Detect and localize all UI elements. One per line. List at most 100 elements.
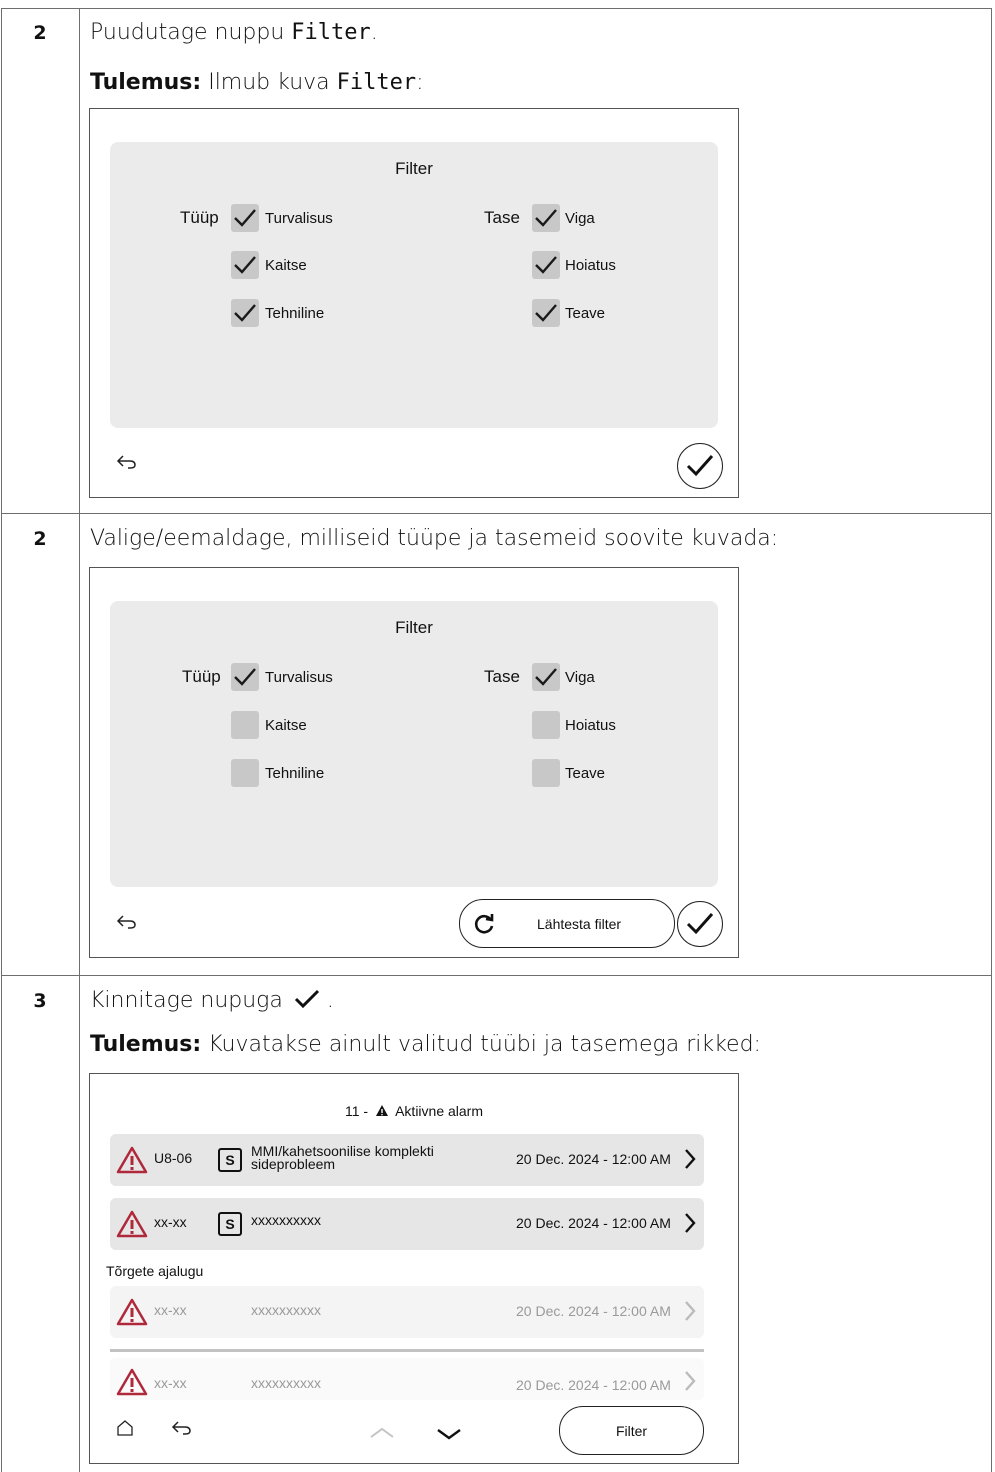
checkbox-viga[interactable] <box>532 204 560 232</box>
alarm-code: xx-xx <box>154 1302 187 1318</box>
chevron-down-icon <box>437 1429 461 1440</box>
chevron-up-icon <box>370 1427 394 1438</box>
filter-screen-edited: Filter Tüüp Turvalisus Kaitse Tehniline … <box>89 567 739 958</box>
alarm-code: xx-xx <box>154 1214 187 1230</box>
checkbox-label: Hoiatus <box>565 257 616 274</box>
filter-screen: Filter Tüüp Turvalisus Kaitse Tehniline … <box>89 108 739 498</box>
checkbox-viga[interactable] <box>532 663 560 691</box>
checkbox-label: Tehniline <box>265 765 325 782</box>
checkbox-hoiatus[interactable] <box>532 711 560 739</box>
history-label: Tõrgete ajalugu <box>106 1263 204 1279</box>
result-text: Kuvatakse ainult valitud tüübi ja taseme… <box>208 1032 761 1057</box>
alarm-date: 20 Dec. 2024 - 12:00 AM <box>516 1151 671 1167</box>
back-button[interactable] <box>171 1420 193 1441</box>
alarm-description: xxxxxxxxxx <box>251 1302 321 1318</box>
result-code: Filter <box>336 70 417 95</box>
checkbox-label: Hoiatus <box>565 717 616 734</box>
result-label: Tulemus: <box>90 1032 202 1057</box>
filter-button-label: Filter <box>615 1423 648 1439</box>
reset-filter-label: Lähtesta filter <box>537 916 622 932</box>
source-badge: S <box>218 1212 242 1236</box>
warning-triangle-icon <box>116 1210 148 1238</box>
checkbox-kaitse[interactable] <box>231 251 259 279</box>
alarm-list-screen: 11 - Aktiivne alarm U8-06 S MMI/kahetsoo… <box>89 1073 739 1464</box>
alarm-code: xx-xx <box>154 1375 187 1391</box>
checkbox-tehniline[interactable] <box>231 759 259 787</box>
home-icon <box>117 1420 133 1436</box>
checkbox-label: Turvalisus <box>265 669 333 686</box>
chevron-right-icon <box>685 1149 696 1169</box>
instruction-text: Puudutage nuppu <box>90 20 285 45</box>
home-button[interactable] <box>116 1419 134 1442</box>
checkmark-icon <box>294 989 319 1009</box>
checkbox-turvalisus[interactable] <box>231 204 259 232</box>
confirm-button[interactable] <box>677 901 723 947</box>
scroll-up-button[interactable] <box>369 1426 395 1444</box>
warning-small-icon <box>375 1105 388 1116</box>
alarm-description: xxxxxxxxxx <box>251 1375 321 1391</box>
alarm-description: xxxxxxxxxx <box>251 1212 321 1228</box>
reset-filter-button[interactable]: Lähtesta filter <box>459 899 675 948</box>
source-badge: S <box>218 1148 242 1172</box>
instruction-text: Kinnitage nupuga <box>90 988 283 1013</box>
checkbox-label: Viga <box>565 210 595 227</box>
back-button[interactable] <box>116 914 138 935</box>
back-arrow-icon <box>116 455 136 469</box>
warning-triangle-icon <box>116 1146 148 1174</box>
history-row[interactable]: xx-xx xxxxxxxxxx 20 Dec. 2024 - 12:00 AM <box>110 1358 704 1400</box>
checkbox-teave[interactable] <box>532 299 560 327</box>
checkbox-label: Viga <box>565 669 595 686</box>
level-label: Tase <box>484 208 520 227</box>
refresh-icon <box>474 914 494 934</box>
history-row[interactable]: xx-xx xxxxxxxxxx 20 Dec. 2024 - 12:00 AM <box>110 1286 704 1338</box>
step-instruction: Valige/eemaldage, milliseid tüüpe ja tas… <box>90 526 779 551</box>
checkmark-icon <box>535 256 557 274</box>
alarm-row[interactable]: U8-06 S MMI/kahetsoonilise komplekti side… <box>110 1134 704 1186</box>
instruction-suffix: . <box>370 20 378 45</box>
checkmark-icon <box>686 455 714 477</box>
checkbox-hoiatus[interactable] <box>532 251 560 279</box>
checkbox-turvalisus[interactable] <box>231 663 259 691</box>
table-border-top <box>1 8 992 9</box>
checkmark-icon <box>234 256 256 274</box>
filter-panel: Filter Tüüp Turvalisus Kaitse Tehniline … <box>110 601 718 887</box>
back-arrow-icon <box>171 1421 191 1435</box>
level-label: Tase <box>484 667 520 686</box>
checkbox-teave[interactable] <box>532 759 560 787</box>
table-border-right <box>991 8 992 1472</box>
checkbox-label: Kaitse <box>265 717 307 734</box>
alarm-count: 11 - <box>344 1103 369 1119</box>
result-suffix: : <box>416 70 424 95</box>
checkmark-icon <box>234 668 256 686</box>
step-number: 3 <box>33 990 47 1012</box>
alarm-description-line: sideprobleem <box>251 1156 336 1172</box>
checkbox-kaitse[interactable] <box>231 711 259 739</box>
filter-panel: Filter Tüüp Turvalisus Kaitse Tehniline … <box>110 142 718 428</box>
confirm-button[interactable] <box>677 443 723 489</box>
type-label: Tüüp <box>180 208 219 227</box>
step-result: Tulemus: Kuvatakse ainult valitud tüübi … <box>90 1032 761 1057</box>
warning-triangle-icon <box>116 1298 148 1326</box>
alarm-code: U8-06 <box>154 1150 193 1166</box>
step-result: Tulemus: Ilmub kuva Filter: <box>90 70 424 95</box>
table-border-left <box>1 8 2 1472</box>
checkmark-icon <box>535 209 557 227</box>
chevron-right-icon <box>685 1371 696 1391</box>
checkbox-tehniline[interactable] <box>231 299 259 327</box>
alarm-date: 20 Dec. 2024 - 12:00 AM <box>516 1303 671 1319</box>
table-column-divider <box>79 8 80 1472</box>
filter-button[interactable]: Filter <box>559 1406 704 1455</box>
checkbox-label: Kaitse <box>265 257 307 274</box>
back-button[interactable] <box>116 454 138 475</box>
checkbox-label: Teave <box>565 765 606 782</box>
alarm-header-title: Aktiivne alarm <box>395 1103 484 1119</box>
step-instruction: Kinnitage nupuga . <box>90 988 334 1013</box>
filter-title: Filter <box>395 618 433 637</box>
checkmark-icon <box>686 913 714 935</box>
step-number: 2 <box>33 22 47 44</box>
alarm-row[interactable]: xx-xx S xxxxxxxxxx 20 Dec. 2024 - 12:00 … <box>110 1198 704 1250</box>
step-instruction: Puudutage nuppu Filter. <box>90 20 378 45</box>
result-label: Tulemus: <box>90 70 202 95</box>
scroll-down-button[interactable] <box>436 1427 462 1445</box>
checkmark-icon <box>234 209 256 227</box>
